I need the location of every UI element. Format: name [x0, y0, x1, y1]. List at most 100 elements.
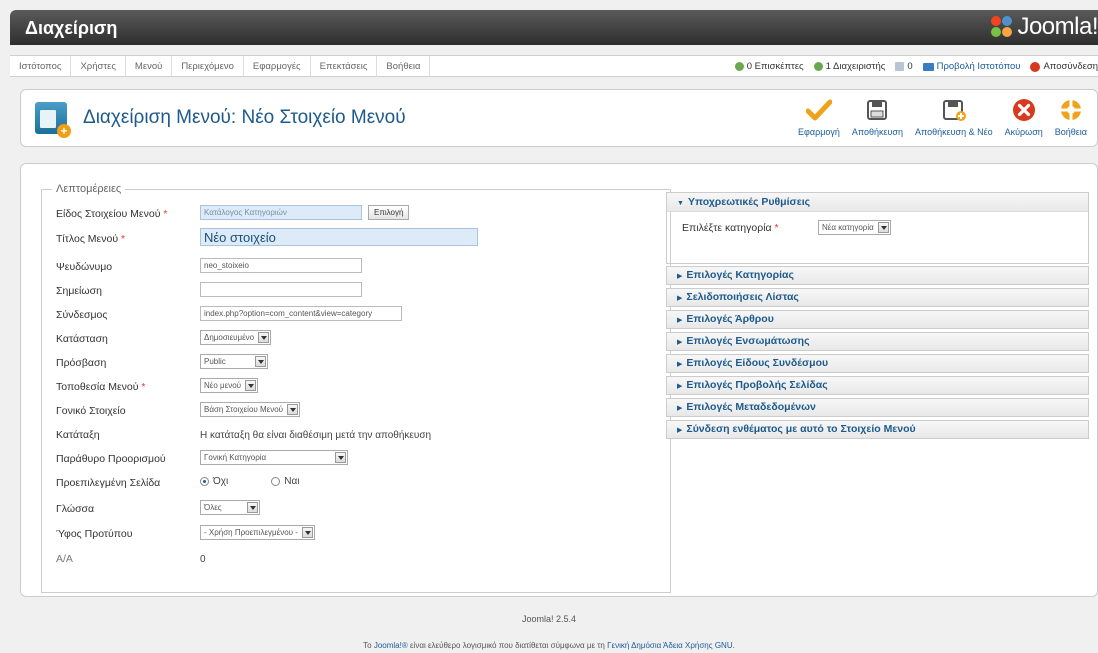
chevron-down-icon — [335, 452, 346, 463]
status-label: Κατάσταση — [56, 333, 108, 345]
required-settings-header[interactable]: ▼ Υποχρεωτικές Ρυθμίσεις — [667, 193, 1088, 212]
select-type-button[interactable]: Επιλογή — [368, 205, 410, 220]
save-button[interactable]: Αποθήκευση — [846, 95, 909, 137]
language-select[interactable]: Όλες — [200, 500, 260, 515]
save-icon — [862, 95, 892, 125]
link-input[interactable]: index.php?option=com_content&view=catego… — [200, 306, 402, 321]
expanded-arrow-icon: ▼ — [677, 200, 684, 207]
menu-item-content[interactable]: Περιεχόμενο — [172, 56, 244, 77]
collapsed-arrow-icon: ▶ — [677, 405, 683, 412]
default-no-radio[interactable]: Όχι — [200, 476, 228, 487]
collapsed-arrow-icon: ▶ — [677, 339, 683, 346]
details-legend: Λεπτομέρειες — [52, 183, 126, 195]
parent-label: Γονικό Στοιχείο — [56, 405, 126, 417]
category-options-panel[interactable]: ▶ Επιλογές Κατηγορίας — [666, 266, 1089, 285]
apply-button[interactable]: Εφαρμογή — [792, 95, 846, 137]
chevron-down-icon — [247, 502, 258, 513]
menu-title-input[interactable]: Νέο στοιχείο — [200, 228, 478, 246]
chevron-down-icon — [301, 527, 313, 538]
menu-location-row: Τοποθεσία Μενού * Νέο μενού — [42, 378, 670, 398]
target-row: Παράθυρο Προορισμού Γονική Κατηγορία — [42, 450, 670, 470]
list-layout-panel[interactable]: ▶ Σελιδοποιήσεις Λίστας — [666, 288, 1089, 307]
menu-item-extensions[interactable]: Επεκτάσεις — [311, 56, 378, 77]
access-row: Πρόσβαση Public — [42, 354, 670, 374]
id-row: Α/Α 0 — [42, 550, 670, 570]
collapsed-arrow-icon: ▶ — [677, 295, 683, 302]
menu-item-menus[interactable]: Μενού — [126, 56, 173, 77]
collapsed-arrow-icon: ▶ — [677, 427, 683, 434]
admins-icon — [813, 62, 823, 71]
logout-icon — [1030, 61, 1041, 72]
category-select[interactable]: Νέα κατηγορία — [818, 220, 891, 235]
module-assignment-panel[interactable]: ▶ Σύνδεση ενθέματος με αυτό το Στοιχείο Μ… — [666, 420, 1089, 439]
visitors-icon — [734, 62, 744, 71]
menu-item-help[interactable]: Βοήθεια — [377, 56, 431, 77]
title-row: Τίτλος Μενού * Νέο στοιχείο — [42, 228, 670, 250]
page-title: Διαχείριση Μενού: Νέο Στοιχείο Μενού — [83, 107, 406, 128]
menu-item-site[interactable]: Ιστότοπος — [10, 56, 72, 77]
menu-item-add-icon: + — [35, 102, 71, 138]
monitor-icon — [922, 62, 934, 71]
target-label: Παράθυρο Προορισμού — [56, 453, 166, 465]
collapsed-arrow-icon: ▶ — [677, 361, 683, 368]
admins-status: 1 Διαχειριστής — [813, 61, 885, 72]
main-menubar: Ιστότοπος Χρήστες Μενού Περιεχόμενο Εφαρ… — [10, 55, 1098, 77]
cancel-button[interactable]: Ακύρωση — [999, 95, 1049, 137]
collapsed-arrow-icon: ▶ — [677, 317, 683, 324]
main-menu: Ιστότοπος Χρήστες Μενού Περιεχόμενο Εφαρ… — [10, 56, 431, 77]
category-label: Επιλέξτε κατηγορία * — [682, 222, 779, 234]
default-page-label: Προεπιλεγμένη Σελίδα — [56, 477, 161, 489]
license-text: Το Joomla!® είναι ελεύθερο λογισμικό που… — [363, 641, 735, 650]
ordering-label: Κατάταξη — [56, 429, 100, 441]
status-select[interactable]: Δημοσιευμένο — [200, 330, 272, 345]
view-site-link[interactable]: Προβολή Ιστοτόπου — [922, 61, 1020, 72]
metadata-options-panel[interactable]: ▶ Επιλογές Μεταδεδομένων — [666, 398, 1089, 417]
menu-item-users[interactable]: Χρήστες — [71, 56, 126, 77]
toolbar-buttons: Εφαρμογή Αποθήκευση Αποθήκευση & Νέο Ακύ… — [792, 95, 1093, 137]
joomla-logo-text: Joomla! — [1017, 13, 1098, 40]
item-type-label: Είδος Στοιχείου Μενού * — [56, 208, 168, 220]
page-display-options-panel[interactable]: ▶ Επιλογές Προβολής Σελίδας — [666, 376, 1089, 395]
gpl-license-link[interactable]: Γενική Δημόσια Άδεια Χρήσης GNU. — [607, 641, 735, 650]
link-type-options-panel[interactable]: ▶ Επιλογές Είδους Συνδέσμου — [666, 354, 1089, 373]
id-label: Α/Α — [56, 553, 73, 565]
save-new-button[interactable]: Αποθήκευση & Νέο — [909, 95, 999, 137]
note-input[interactable] — [200, 282, 362, 297]
menu-location-select[interactable]: Νέο μενού — [200, 378, 259, 393]
target-window-select[interactable]: Γονική Κατηγορία — [200, 450, 348, 465]
logout-link[interactable]: Αποσύνδεση — [1030, 61, 1098, 72]
parent-select[interactable]: Βάση Στοιχείου Μενού — [200, 402, 301, 417]
menu-item-components[interactable]: Εφαρμογές — [244, 56, 311, 77]
chevron-down-icon — [245, 380, 257, 391]
messages-status[interactable]: 0 — [895, 61, 913, 72]
checkmark-icon — [804, 95, 834, 125]
alias-label: Ψευδώνυμο — [56, 261, 113, 273]
item-type-field[interactable]: Κατάλογος Κατηγοριών — [200, 205, 362, 220]
chevron-down-icon — [255, 356, 266, 367]
menu-location-label: Τοποθεσία Μενού * — [56, 381, 146, 393]
joomla-logo: Joomla! — [991, 13, 1098, 40]
article-options-panel[interactable]: ▶ Επιλογές Άρθρου — [666, 310, 1089, 329]
language-label: Γλώσσα — [56, 503, 95, 515]
admin-header: Διαχείριση Joomla! — [10, 10, 1098, 45]
content-panel: Λεπτομέρειες Είδος Στοιχείου Μενού * Κατ… — [20, 163, 1098, 597]
visitors-status: 0 Επισκέπτες — [734, 61, 804, 72]
save-new-icon — [939, 95, 969, 125]
title-label: Τίτλος Μενού * — [56, 233, 126, 245]
alias-input[interactable]: neo_stoixeio — [200, 258, 362, 273]
template-style-select[interactable]: - Χρήση Προεπιλεγμένου - — [200, 525, 315, 540]
cancel-icon — [1009, 95, 1039, 125]
access-select[interactable]: Public — [200, 354, 268, 369]
default-yes-radio[interactable]: Ναι — [271, 476, 300, 487]
help-button[interactable]: Βοήθεια — [1049, 95, 1093, 137]
ordering-row: Κατάταξη Η κατάταξη θα είναι διαθέσιμη μ… — [42, 426, 670, 446]
link-row: Σύνδεσμος index.php?option=com_content&v… — [42, 306, 670, 326]
alias-row: Ψευδώνυμο neo_stoixeio — [42, 258, 670, 278]
collapsed-arrow-icon: ▶ — [677, 273, 683, 280]
messages-icon — [895, 62, 905, 71]
required-settings-panel: ▼ Υποχρεωτικές Ρυθμίσεις Επιλέξτε κατηγορ… — [666, 192, 1089, 264]
item-type-row: Είδος Στοιχείου Μενού * Κατάλογος Κατηγο… — [42, 205, 670, 225]
joomla-link[interactable]: Joomla!® — [374, 641, 408, 650]
chevron-down-icon — [877, 222, 889, 233]
integration-options-panel[interactable]: ▶ Επιλογές Ενσωμάτωσης — [666, 332, 1089, 351]
